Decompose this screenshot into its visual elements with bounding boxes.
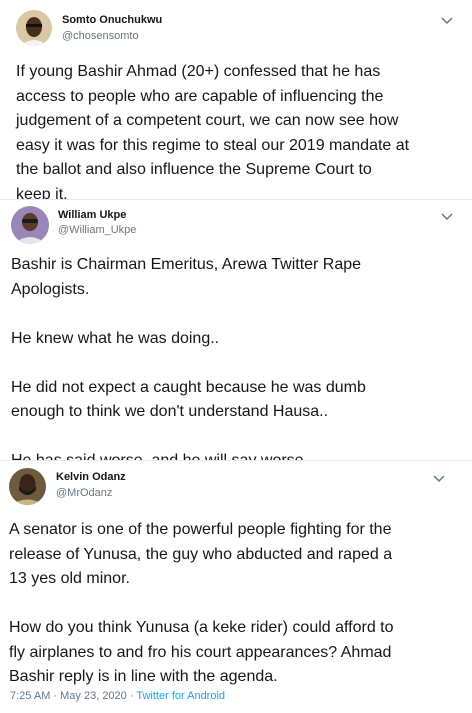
text-line: If young Bashir Ahmad (20+) confessed th… [16, 63, 381, 80]
text-line: access to people who are capable of infl… [16, 87, 384, 105]
author-handle[interactable]: @chosensomto [62, 30, 139, 42]
tweet-card-2[interactable]: William Ukpe @William_Ukpe Bashir is Cha… [0, 200, 472, 469]
text-line: He knew what he was doing.. [11, 329, 220, 347]
text-line: the ballot and also influence the Suprem… [16, 161, 372, 178]
text-line: enough to think we don't understand Haus… [11, 403, 329, 420]
author-name[interactable]: Somto Onuchukwu [62, 14, 162, 26]
author-name[interactable]: William Ukpe [58, 209, 126, 221]
tweet-text: A senator is one of the powerful people … [9, 518, 394, 690]
author-handle[interactable]: @MrOdanz [56, 487, 112, 499]
tweet-text: Bashir is Chairman Emeritus, Arewa Twitt… [11, 253, 366, 474]
text-line: How do you think Yunusa (a keke rider) c… [9, 619, 394, 636]
text-line: He did not expect a caught because he wa… [11, 378, 366, 396]
tweet-card-3[interactable]: Kelvin Odanz @MrOdanz A senator is one o… [0, 461, 472, 713]
chevron-down-icon[interactable] [432, 473, 446, 483]
text-line: 13 yes old minor. [9, 570, 130, 587]
text-line: Apologists. [11, 280, 90, 298]
chevron-down-icon[interactable] [440, 15, 454, 25]
chevron-down-icon[interactable] [440, 211, 454, 221]
text-line: Bashir reply is in line with the agenda. [9, 668, 278, 685]
text-line: easy it was for this regime to steal our… [16, 136, 410, 154]
tweet-card-1[interactable]: Somto Onuchukwu @chosensomto If young Ba… [0, 0, 472, 203]
text-line: fly airplanes to and fro his court appea… [9, 643, 392, 661]
text-line: A senator is one of the powerful people … [9, 521, 392, 538]
tweet-meta: 7:25 AM · May 23, 2020 · Twitter for And… [10, 690, 225, 702]
text-line: release of Yunusa, the guy who abducted … [9, 545, 393, 563]
source-link[interactable]: Twitter for Android [136, 690, 225, 702]
tweet-text: If young Bashir Ahmad (20+) confessed th… [16, 60, 409, 207]
author-handle[interactable]: @William_Ukpe [58, 224, 136, 236]
author-name[interactable]: Kelvin Odanz [56, 471, 126, 483]
avatar[interactable] [9, 468, 46, 505]
avatar[interactable] [11, 206, 49, 244]
text-line: Bashir is Chairman Emeritus, Arewa Twitt… [11, 256, 362, 273]
text-line: judgement of a competent court, we can n… [16, 112, 399, 129]
timestamp[interactable]: 7:25 AM · May 23, 2020 · [10, 690, 136, 702]
avatar[interactable] [16, 10, 52, 46]
